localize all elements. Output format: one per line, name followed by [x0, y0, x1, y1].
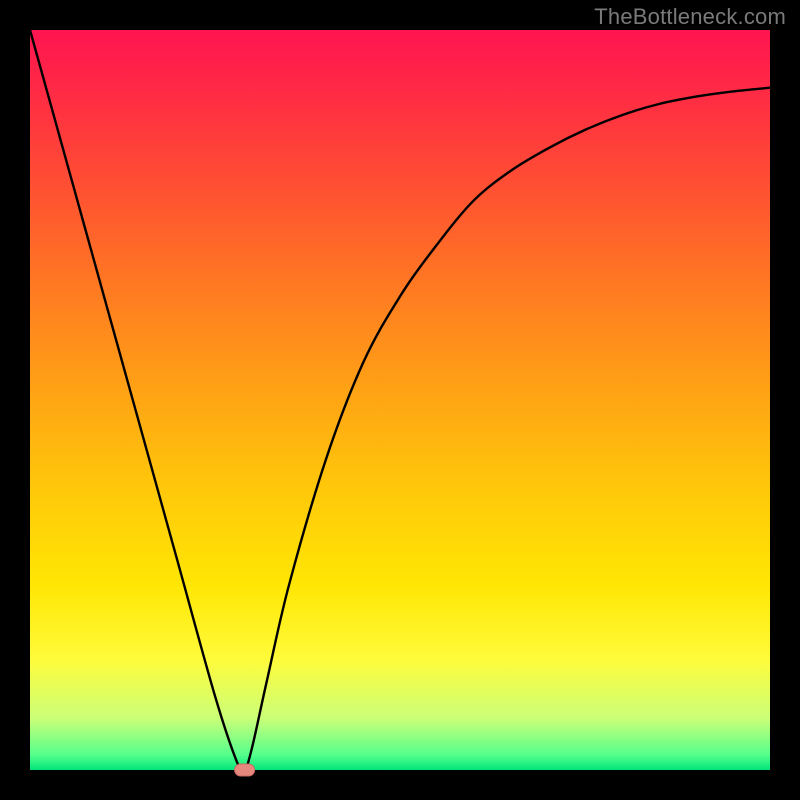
bottleneck-curve-path [30, 30, 770, 772]
watermark-text: TheBottleneck.com [594, 4, 786, 30]
chart-frame: TheBottleneck.com [0, 0, 800, 800]
optimal-point-marker [235, 764, 255, 776]
curve-svg [30, 30, 770, 770]
plot-area [30, 30, 770, 770]
